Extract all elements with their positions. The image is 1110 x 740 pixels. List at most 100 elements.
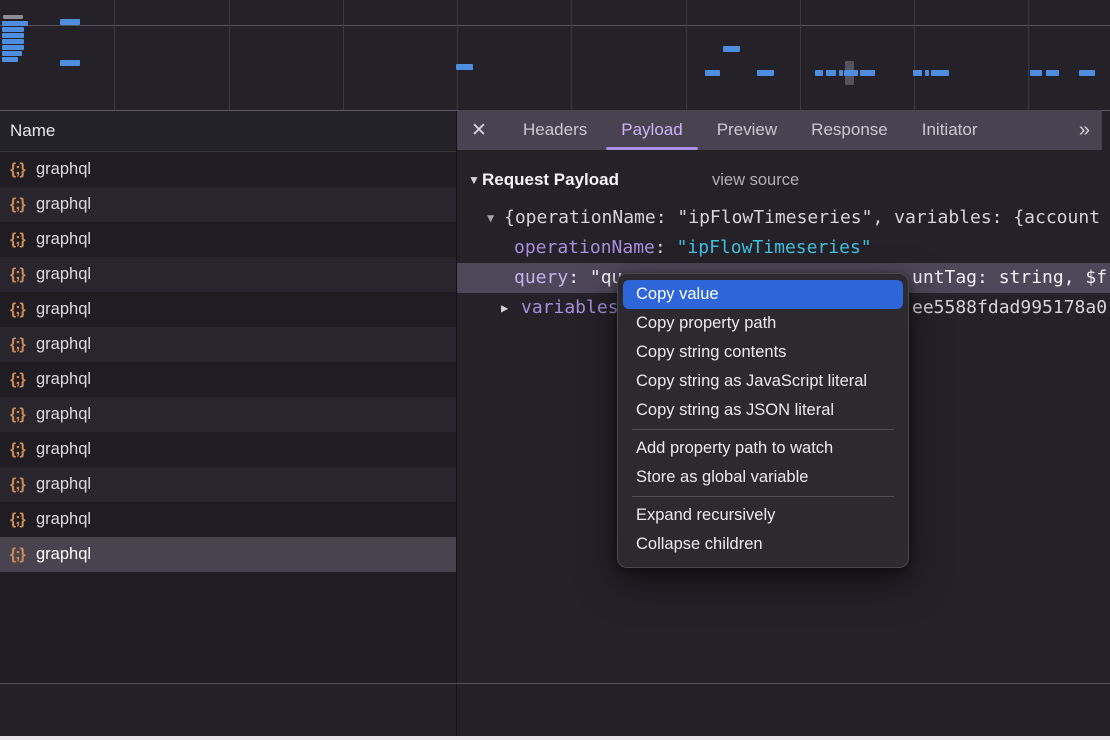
waterfall-bar bbox=[1079, 70, 1095, 76]
json-key: query bbox=[514, 267, 568, 288]
json-root-preview: {operationName: "ipFlowTimeseries", vari… bbox=[504, 203, 1100, 233]
request-row[interactable]: {;}graphql bbox=[0, 362, 456, 397]
menu-item-store-as-global-variable[interactable]: Store as global variable bbox=[623, 463, 903, 492]
json-braces-icon: {;} bbox=[10, 336, 36, 354]
waterfall-bar bbox=[1046, 70, 1059, 76]
request-row[interactable]: {;}graphql bbox=[0, 187, 456, 222]
json-colon: : bbox=[655, 237, 677, 258]
json-value-left-fragment: : "qu bbox=[568, 267, 622, 288]
json-braces-icon: {;} bbox=[10, 406, 36, 424]
overview-gridline bbox=[800, 0, 801, 110]
request-row[interactable]: {;}graphql bbox=[0, 292, 456, 327]
request-name-label: graphql bbox=[36, 300, 91, 319]
json-row-operation-name[interactable]: operationName: "ipFlowTimeseries" bbox=[457, 233, 1110, 263]
menu-item-copy-property-path[interactable]: Copy property path bbox=[623, 309, 903, 338]
menu-item-copy-value[interactable]: Copy value bbox=[623, 280, 903, 309]
json-braces-icon: {;} bbox=[10, 441, 36, 459]
summary-bar bbox=[0, 683, 1110, 737]
request-name-label: graphql bbox=[36, 335, 91, 354]
request-name-label: graphql bbox=[36, 405, 91, 424]
json-key: variables bbox=[521, 293, 619, 323]
menu-item-add-property-path-to-watch[interactable]: Add property path to watch bbox=[623, 434, 903, 463]
network-overview-timeline[interactable] bbox=[0, 0, 1110, 111]
json-braces-icon: {;} bbox=[10, 231, 36, 249]
request-name-label: graphql bbox=[36, 510, 91, 529]
json-string-value: "ipFlowTimeseries" bbox=[677, 237, 872, 258]
pane-divider bbox=[456, 684, 457, 737]
json-braces-icon: {;} bbox=[10, 371, 36, 389]
overview-horizontal-gridline bbox=[0, 25, 1110, 26]
tab-preview[interactable]: Preview bbox=[700, 110, 794, 150]
request-row[interactable]: {;}graphql bbox=[0, 397, 456, 432]
json-braces-icon: {;} bbox=[10, 301, 36, 319]
request-name-label: graphql bbox=[36, 440, 91, 459]
json-braces-icon: {;} bbox=[10, 196, 36, 214]
menu-item-collapse-children[interactable]: Collapse children bbox=[623, 530, 903, 559]
more-tabs-icon[interactable]: » bbox=[1079, 119, 1088, 142]
collapse-section-icon[interactable]: ▼ bbox=[468, 165, 480, 195]
waterfall-bar bbox=[1030, 70, 1042, 76]
menu-item-expand-recursively[interactable]: Expand recursively bbox=[623, 501, 903, 530]
menu-item-copy-string-as-json-literal[interactable]: Copy string as JSON literal bbox=[623, 396, 903, 425]
expand-node-icon[interactable]: ▶ bbox=[501, 293, 508, 323]
close-icon[interactable]: ✕ bbox=[471, 119, 493, 142]
waterfall-bar bbox=[913, 70, 922, 76]
request-name-label: graphql bbox=[36, 545, 91, 564]
menu-separator bbox=[632, 496, 894, 497]
waterfall-bar bbox=[3, 15, 23, 19]
request-row[interactable]: {;}graphql bbox=[0, 257, 456, 292]
waterfall-bar bbox=[2, 51, 22, 56]
request-row[interactable]: {;}graphql bbox=[0, 467, 456, 502]
waterfall-bar bbox=[456, 64, 473, 70]
waterfall-bar bbox=[60, 19, 80, 25]
request-name-label: graphql bbox=[36, 160, 91, 179]
request-row[interactable]: {;}graphql bbox=[0, 502, 456, 537]
detail-tabs: HeadersPayloadPreviewResponseInitiator bbox=[506, 110, 994, 150]
request-payload-section: ▼ Request Payload view source bbox=[457, 165, 1110, 195]
waterfall-bar bbox=[931, 70, 949, 76]
overview-gridline bbox=[229, 0, 230, 110]
menu-item-copy-string-as-javascript-literal[interactable]: Copy string as JavaScript literal bbox=[623, 367, 903, 396]
tab-initiator[interactable]: Initiator bbox=[905, 110, 995, 150]
json-braces-icon: {;} bbox=[10, 266, 36, 284]
window-bottom-edge bbox=[0, 736, 1110, 740]
menu-item-copy-string-contents[interactable]: Copy string contents bbox=[623, 338, 903, 367]
json-braces-icon: {;} bbox=[10, 161, 36, 179]
overview-gridline bbox=[114, 0, 115, 110]
request-name-label: graphql bbox=[36, 475, 91, 494]
overview-gridline bbox=[571, 0, 572, 110]
waterfall-bar bbox=[723, 46, 740, 52]
waterfall-bar bbox=[2, 39, 24, 44]
tab-response[interactable]: Response bbox=[794, 110, 905, 150]
request-name-label: graphql bbox=[36, 265, 91, 284]
request-row[interactable]: {;}graphql bbox=[0, 432, 456, 467]
tab-headers[interactable]: Headers bbox=[506, 110, 604, 150]
request-name-label: graphql bbox=[36, 195, 91, 214]
waterfall-bar bbox=[2, 33, 24, 38]
waterfall-bar bbox=[60, 60, 80, 66]
view-source-link[interactable]: view source bbox=[712, 165, 799, 195]
request-row[interactable]: {;}graphql bbox=[0, 327, 456, 362]
menu-separator bbox=[632, 429, 894, 430]
overview-gridline bbox=[343, 0, 344, 110]
json-root-row[interactable]: ▼ {operationName: "ipFlowTimeseries", va… bbox=[457, 203, 1110, 233]
name-column-header[interactable]: Name bbox=[0, 111, 456, 152]
waterfall-bar bbox=[2, 57, 18, 62]
request-row[interactable]: {;}graphql bbox=[0, 222, 456, 257]
name-column-label: Name bbox=[10, 121, 55, 140]
waterfall-bar bbox=[2, 21, 28, 26]
waterfall-bar bbox=[826, 70, 836, 76]
section-title: Request Payload bbox=[482, 165, 619, 195]
request-row[interactable]: {;}graphql bbox=[0, 537, 456, 572]
waterfall-bar bbox=[839, 70, 843, 76]
tab-payload[interactable]: Payload bbox=[604, 110, 699, 150]
context-menu: Copy valueCopy property pathCopy string … bbox=[617, 273, 909, 568]
request-name-label: graphql bbox=[36, 370, 91, 389]
json-value-right-fragment: untTag: string, $f bbox=[912, 263, 1107, 293]
request-name-label: graphql bbox=[36, 230, 91, 249]
request-row[interactable]: {;}graphql bbox=[0, 152, 456, 187]
requests-pane: Name {;}graphql{;}graphql{;}graphql{;}gr… bbox=[0, 111, 457, 683]
devtools-network-panel: Name {;}graphql{;}graphql{;}graphql{;}gr… bbox=[0, 0, 1110, 740]
waterfall-bar bbox=[925, 70, 929, 76]
collapse-node-icon[interactable]: ▼ bbox=[487, 203, 494, 233]
